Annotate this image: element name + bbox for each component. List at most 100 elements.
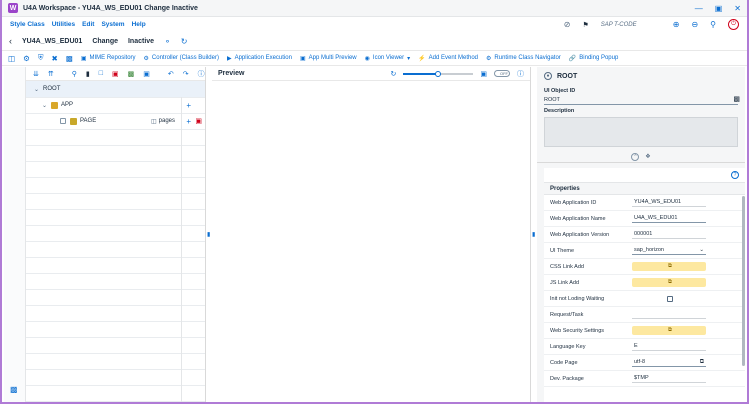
zoom-slider-knob[interactable] <box>435 70 442 77</box>
application-execution-button[interactable]: ▶ Application Execution <box>227 55 292 62</box>
icon-viewer-icon: ◉ <box>364 55 370 62</box>
binoculars-icon[interactable]: ⚬ <box>164 37 171 46</box>
icon-viewer-button[interactable]: ◉ Icon Viewer ▾ <box>365 55 411 62</box>
expand-all-icon[interactable]: ⇊ <box>33 70 39 78</box>
scrollbar[interactable] <box>742 196 745 366</box>
save-icon[interactable]: ▩ <box>66 54 73 63</box>
row-checkbox[interactable] <box>60 118 66 124</box>
chevron-down-icon[interactable]: ⌄ <box>34 86 39 93</box>
chevron-down-icon[interactable]: ⌄ <box>42 102 47 109</box>
copy-icon[interactable]: ▩ <box>733 95 740 103</box>
add-child-icon[interactable]: + <box>186 101 191 110</box>
chart-icon[interactable]: ▩ <box>128 70 135 78</box>
property-popup-button[interactable]: ⧉ <box>632 262 706 271</box>
move-icon[interactable]: ▣ <box>143 70 150 78</box>
zoom-in-icon[interactable]: ⊕ <box>673 20 680 29</box>
navigator-icon: ⚙ <box>486 55 492 62</box>
help-icon[interactable]: ? <box>731 171 739 179</box>
property-popup-button[interactable]: ⧉ <box>632 326 706 335</box>
property-row: Code Page utf-8 ⧉ <box>544 355 745 371</box>
layout-icon[interactable]: ◫ <box>8 54 15 63</box>
tcode-icon: ⚑ <box>582 21 589 29</box>
power-icon[interactable]: ⏻ <box>728 19 739 30</box>
property-value[interactable] <box>632 310 706 319</box>
window-title: U4A Workspace - YU4A_WS_EDU01 Change Ina… <box>23 4 198 12</box>
property-key: Web Security Settings <box>550 327 605 334</box>
refresh-icon[interactable]: ↻ <box>181 37 188 46</box>
property-key: CSS Link Add <box>550 263 584 270</box>
app-multi-preview-button[interactable]: ▣ App Multi Preview <box>300 55 357 62</box>
splitter-handle-icon[interactable]: ▮ <box>532 231 535 238</box>
menu-help[interactable]: Help <box>132 21 146 28</box>
splitter-left[interactable]: ▮ <box>206 67 212 402</box>
splitter-handle-icon[interactable]: ▮ <box>207 231 210 238</box>
property-value[interactable]: E <box>632 342 706 351</box>
fit-icon[interactable]: ▣ <box>480 70 487 78</box>
property-checkbox[interactable] <box>632 294 706 303</box>
settings-icon[interactable]: ⚙ <box>23 54 30 63</box>
menu-style-class[interactable]: Style Class <box>10 21 45 28</box>
close-icon[interactable]: ✕ <box>734 4 741 13</box>
app-id: YU4A_WS_EDU01 <box>22 37 83 45</box>
delete-icon[interactable]: ▣ <box>112 70 119 78</box>
menu-system[interactable]: System <box>101 21 124 28</box>
collapse-all-icon[interactable]: ⇈ <box>48 70 54 78</box>
tree-row-root[interactable]: ⌄ ROOT <box>26 81 205 97</box>
column-icon[interactable]: ▮ <box>86 70 90 78</box>
back-icon[interactable]: ‹ <box>9 36 12 46</box>
preview-switch[interactable]: OFF <box>494 70 510 77</box>
column-divider <box>181 81 182 402</box>
shield-icon[interactable]: ⛨ <box>38 53 44 63</box>
help-icon[interactable]: ⓘ <box>198 69 205 79</box>
refresh-icon[interactable]: ↻ <box>391 70 397 78</box>
input-value: utf-8 <box>634 359 646 365</box>
add-event-method-button[interactable]: ⚡ Add Event Method <box>418 55 478 62</box>
description-textarea[interactable] <box>544 117 738 147</box>
aggregation-icon: ◫ <box>150 118 157 125</box>
add-child-icon[interactable]: + <box>186 117 191 126</box>
runtime-class-navigator-button[interactable]: ⚙ Runtime Class Navigator <box>486 55 561 62</box>
image-icon: ▣ <box>80 55 87 62</box>
controller-button[interactable]: ⚙ Controller (Class Builder) <box>144 55 219 62</box>
menu-utilities[interactable]: Utilities <box>52 21 75 28</box>
property-value[interactable]: $TMP <box>632 374 706 383</box>
redo-icon[interactable]: ↷ <box>183 70 189 78</box>
info-icon[interactable]: ⓘ <box>517 69 524 79</box>
mime-repository-button[interactable]: ▣ MIME Repository <box>81 55 136 62</box>
binding-popup-button[interactable]: 🔗 Binding Popup <box>569 55 619 62</box>
properties-rows: Web Application ID YU4A_WS_EDU01 Web Appli… <box>544 195 745 387</box>
left-rail: ▩ <box>4 67 26 402</box>
collapse-up-icon[interactable]: ⌃ <box>631 152 640 161</box>
delete-row-icon[interactable]: ▣ <box>195 117 202 125</box>
property-select[interactable]: sap_horizon ⌄ <box>632 246 706 255</box>
property-popup-button[interactable]: ⧉ <box>632 278 706 287</box>
search-icon[interactable]: ⚲ <box>710 20 716 29</box>
maximize-icon[interactable]: ▣ <box>715 4 723 13</box>
ui-object-label: UI Object ID <box>544 88 576 94</box>
property-input[interactable]: U4A_WS_EDU01 <box>632 214 706 223</box>
property-input[interactable]: utf-8 ⧉ <box>632 358 706 367</box>
property-value[interactable]: 000001 <box>632 230 706 239</box>
property-value[interactable]: YU4A_WS_EDU01 <box>632 198 706 207</box>
copy-icon[interactable]: □ <box>99 70 103 77</box>
menu-edit[interactable]: Edit <box>82 21 94 28</box>
minimize-icon[interactable]: — <box>695 4 703 13</box>
zoom-out-icon[interactable]: ⊖ <box>691 20 698 29</box>
navigation-icon[interactable]: ▩ <box>10 385 18 394</box>
no-camera-icon[interactable]: ⊘ <box>564 20 571 29</box>
copy-icon[interactable]: ⧉ <box>700 359 704 366</box>
checkbox-box[interactable] <box>667 295 673 302</box>
tree-row-page[interactable]: PAGE ◫ pages + ▣ <box>26 113 205 129</box>
property-key: Web Application ID <box>550 199 597 206</box>
zoom-slider[interactable] <box>403 70 474 77</box>
tree-row-app[interactable]: ⌄ APP + <box>26 97 205 113</box>
undo-icon[interactable]: ↶ <box>168 70 174 78</box>
node-type-icon: ● <box>544 72 552 80</box>
tcode-input[interactable]: SAP T-CODE <box>601 22 661 28</box>
pin-icon[interactable]: ❖ <box>645 153 650 160</box>
preview-icon: ▣ <box>299 55 306 62</box>
ui-object-field[interactable]: ROOT ▩ <box>544 95 740 105</box>
tree-search-icon[interactable]: ⚲ <box>72 70 77 78</box>
tools-icon[interactable]: ✖ <box>51 54 57 63</box>
property-row: Language Key E <box>544 339 745 355</box>
